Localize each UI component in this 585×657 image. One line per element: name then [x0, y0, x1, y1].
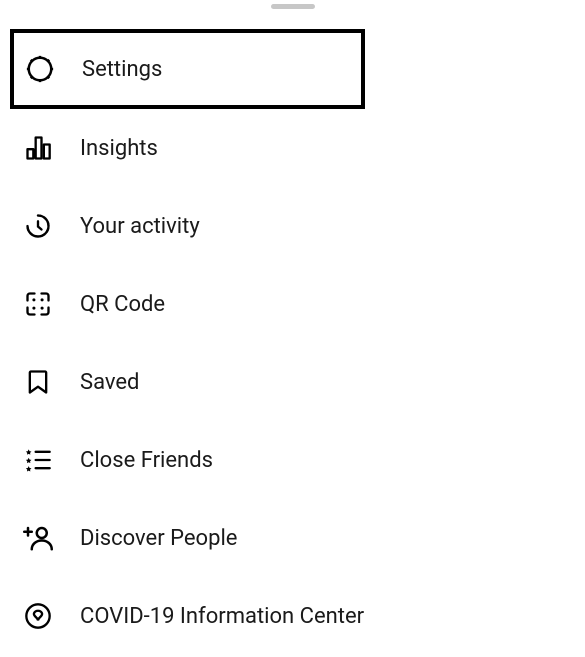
menu-label: Settings	[82, 57, 162, 82]
saved-icon	[22, 366, 54, 398]
insights-icon	[22, 132, 54, 164]
menu-item-insights[interactable]: Insights	[0, 109, 585, 187]
menu-label: Insights	[80, 136, 158, 161]
menu-list: Settings Insights Your activity	[0, 27, 585, 655]
menu-item-discover-people[interactable]: Discover People	[0, 499, 585, 577]
menu-label: COVID-19 Information Center	[80, 604, 364, 629]
menu-item-qrcode[interactable]: QR Code	[0, 265, 585, 343]
menu-item-settings[interactable]: Settings	[10, 29, 365, 109]
menu-label: Discover People	[80, 526, 237, 551]
drag-handle[interactable]	[271, 4, 315, 9]
menu-item-activity[interactable]: Your activity	[0, 187, 585, 265]
covid-info-icon	[22, 600, 54, 632]
close-friends-icon	[22, 444, 54, 476]
settings-icon	[24, 53, 56, 85]
activity-icon	[22, 210, 54, 242]
menu-label: Your activity	[80, 214, 200, 239]
discover-people-icon	[22, 522, 54, 554]
menu-label: QR Code	[80, 292, 165, 317]
menu-item-saved[interactable]: Saved	[0, 343, 585, 421]
menu-label: Saved	[80, 370, 139, 395]
menu-item-covid-info[interactable]: COVID-19 Information Center	[0, 577, 585, 655]
menu-item-close-friends[interactable]: Close Friends	[0, 421, 585, 499]
menu-label: Close Friends	[80, 448, 213, 473]
qrcode-icon	[22, 288, 54, 320]
